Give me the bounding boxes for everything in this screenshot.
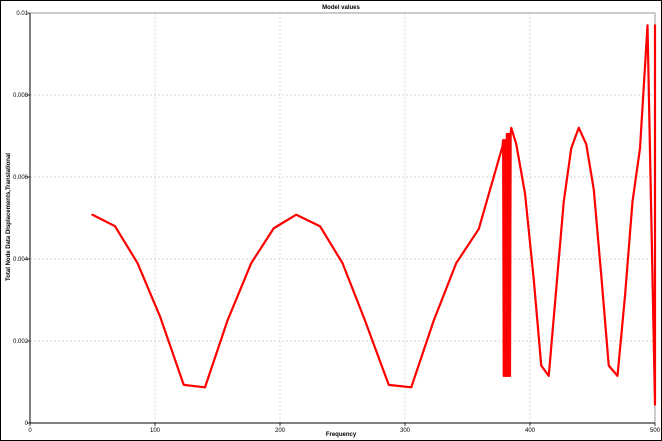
x-tick-label: 400 xyxy=(525,428,536,434)
x-tick-label: 200 xyxy=(275,428,286,434)
series-line xyxy=(91,24,657,406)
y-tick-label: 0.008 xyxy=(13,93,29,99)
x-tick-label: 0 xyxy=(28,428,32,434)
series-group xyxy=(91,24,657,406)
chart-frame: Model values 0 100 200 300 400 500 0 0.002 0.004… xyxy=(0,0,662,441)
y-tick-label: 0.002 xyxy=(13,339,29,345)
y-tick-label: 0.006 xyxy=(13,175,29,181)
axes xyxy=(27,12,656,426)
x-tick-label: 100 xyxy=(150,428,161,434)
y-axis-label: Total Node Data Displacements,Translatio… xyxy=(6,153,12,281)
x-axis-label: Frequency xyxy=(326,432,357,438)
chart-title: Model values xyxy=(322,5,360,11)
y-tick-label: 0.004 xyxy=(13,257,29,263)
line-chart: Model values 0 100 200 300 400 500 0 0.002 0.004… xyxy=(6,5,661,438)
x-tick-label: 500 xyxy=(650,428,661,434)
x-tick-label: 300 xyxy=(400,428,411,434)
y-tick-label: 0.01 xyxy=(16,11,28,17)
y-tick-label: 0 xyxy=(25,421,29,427)
